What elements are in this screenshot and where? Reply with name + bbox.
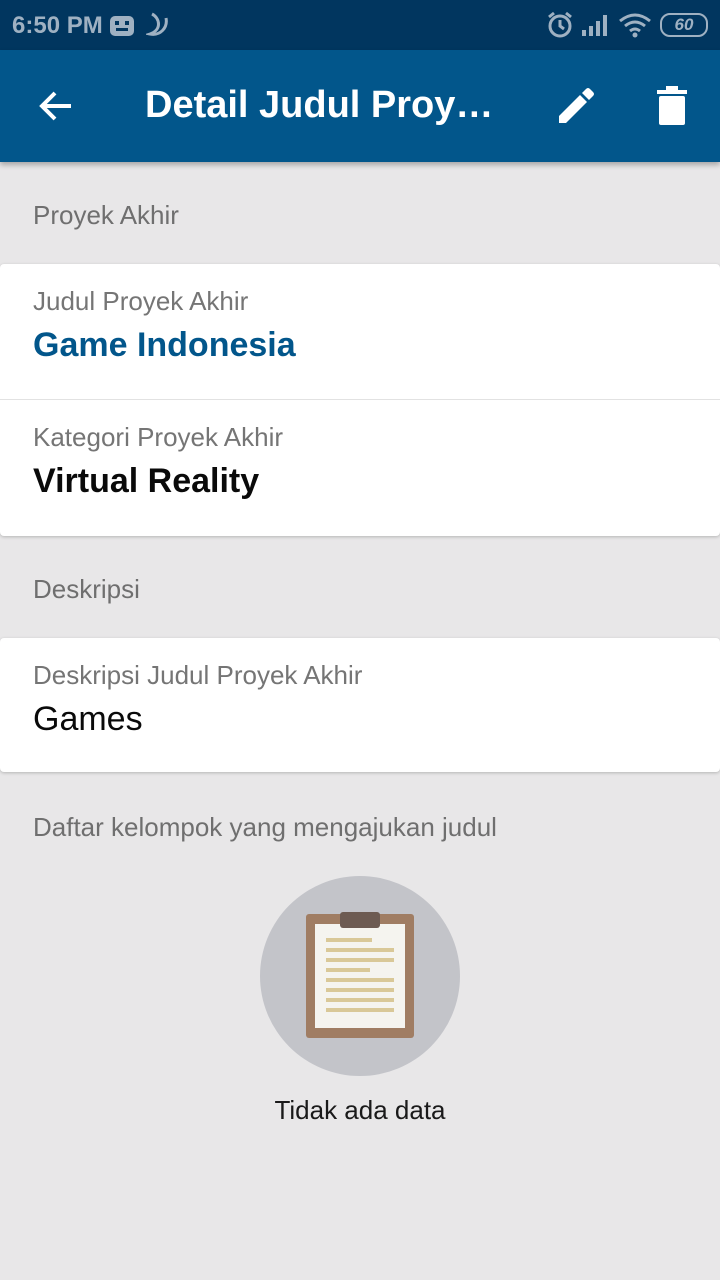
deskripsi-label: Deskripsi Judul Proyek Akhir — [33, 660, 363, 690]
page-title: Detail Judul Proyek Akhir — [145, 84, 500, 126]
kategori-label: Kategori Proyek Akhir — [33, 422, 284, 452]
section-label-deskripsi: Deskripsi — [33, 574, 140, 604]
alarm-icon — [548, 11, 572, 38]
section-label-proyek-akhir: Proyek Akhir — [33, 200, 179, 230]
status-time: 6:50 PM — [12, 12, 103, 39]
judul-label: Judul Proyek Akhir — [33, 286, 249, 316]
judul-value: Game Indonesia — [33, 326, 296, 364]
battery-level: 60 — [674, 15, 694, 34]
card-divider — [0, 399, 720, 400]
empty-state-illustration — [260, 876, 460, 1076]
delete-button[interactable] — [644, 78, 700, 134]
edit-pencil-icon — [559, 88, 594, 123]
back-button[interactable] — [28, 78, 84, 134]
notification-app-icon — [110, 16, 134, 36]
delete-trash-icon — [657, 86, 687, 125]
app-bar: Detail Judul Proyek Akhir — [0, 50, 720, 162]
battery-icon: 60 — [660, 13, 708, 37]
clipboard-icon — [306, 912, 414, 1038]
signal-icon — [582, 15, 607, 36]
deskripsi-value: Games — [33, 700, 143, 738]
back-arrow-icon — [39, 91, 71, 121]
section-label-daftar-kelompok: Daftar kelompok yang mengajukan judul — [33, 812, 497, 842]
moon-icon — [146, 12, 168, 36]
wifi-icon — [619, 13, 651, 38]
status-bar: 6:50 PM 60 — [0, 0, 720, 50]
kategori-value: Virtual Reality — [33, 462, 260, 500]
edit-button[interactable] — [548, 78, 604, 134]
empty-state-text: Tidak ada data — [274, 1095, 446, 1125]
project-card: Judul Proyek Akhir Game Indonesia Katego… — [0, 264, 720, 536]
description-card: Deskripsi Judul Proyek Akhir Games — [0, 638, 720, 772]
